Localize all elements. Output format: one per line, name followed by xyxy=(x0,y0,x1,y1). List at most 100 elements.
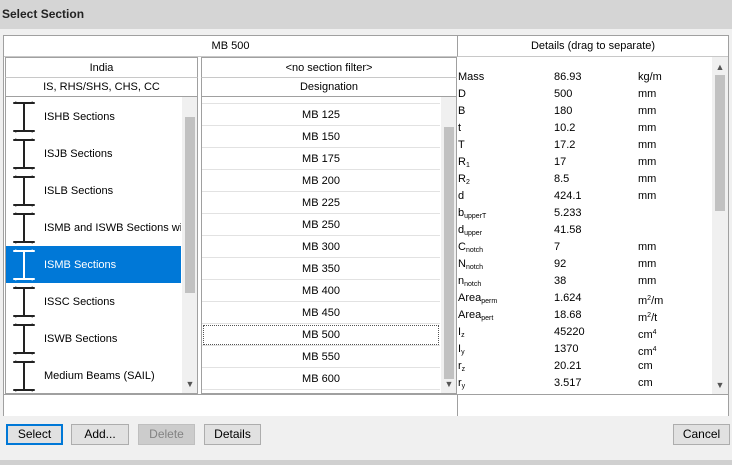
designation-item[interactable]: MB 150 xyxy=(202,126,440,148)
param-value: 5.233 xyxy=(554,207,582,219)
library-item-label: ISLB Sections xyxy=(44,184,114,197)
unit-base: mm xyxy=(638,156,657,168)
unit-base: mm xyxy=(638,173,657,185)
param-value: 20.21 xyxy=(554,360,582,372)
standard-header[interactable]: IS, RHS/SHS, CHS, CC xyxy=(5,78,198,97)
details-scrollbar[interactable]: ▲ ▼ xyxy=(712,57,728,394)
unit-exponent: 4 xyxy=(652,346,657,353)
param-symbol: D xyxy=(458,88,466,100)
param-unit: mm xyxy=(638,256,656,273)
unit-base: cm xyxy=(638,377,653,389)
param-symbol: C xyxy=(458,241,466,253)
library-item[interactable]: ISWB Sections xyxy=(6,320,181,357)
section-filter-dropdown[interactable]: <no section filter> xyxy=(201,57,457,78)
library-item[interactable]: ISMB and ISWB Sections with xyxy=(6,209,181,246)
select-button[interactable]: Select xyxy=(6,424,63,445)
param-name: Areaperm xyxy=(458,290,497,310)
library-item[interactable]: Medium Beams (SAIL) xyxy=(6,357,181,393)
designation-item[interactable]: MB 550 xyxy=(202,346,440,368)
designation-scroll-thumb[interactable] xyxy=(444,127,454,379)
scroll-down-arrow-icon[interactable]: ▼ xyxy=(712,377,728,393)
library-scroll-thumb[interactable] xyxy=(185,117,195,293)
param-value: 18.68 xyxy=(554,309,582,321)
library-item-label: Medium Beams (SAIL) xyxy=(44,369,155,382)
param-name: B xyxy=(458,103,465,120)
param-unit: mm xyxy=(638,103,656,120)
library-item[interactable]: ISLB Sections xyxy=(6,172,181,209)
param-name: Areapert xyxy=(458,307,493,327)
add-button[interactable]: Add... xyxy=(71,424,129,445)
designation-list[interactable]: MB 600 MB 550 MB 500 MB 450 MB 400 MB 350 MB 3… xyxy=(201,97,457,394)
bottom-band xyxy=(4,394,728,416)
cancel-button[interactable]: Cancel xyxy=(673,424,730,445)
param-value: 41.58 xyxy=(554,224,582,236)
i-beam-icon xyxy=(13,212,35,243)
i-beam-icon xyxy=(13,175,35,206)
i-beam-icon xyxy=(13,138,35,169)
designation-item[interactable]: MB 200 xyxy=(202,170,440,192)
i-beam-icon xyxy=(13,286,35,317)
library-item[interactable]: ISHB Sections xyxy=(6,98,181,135)
designation-item[interactable]: MB 400 xyxy=(202,280,440,302)
designation-item[interactable]: MB 300 xyxy=(202,236,440,258)
designation-item[interactable]: MB 350 xyxy=(202,258,440,280)
library-item-label: ISMB and ISWB Sections with xyxy=(44,221,181,234)
unit-base: m xyxy=(638,295,648,307)
param-subscript: 1 xyxy=(465,162,470,169)
library-list[interactable]: Medium Beams (SAIL) ISWB Sections ISSC Sec… xyxy=(5,97,198,394)
param-name: t xyxy=(458,120,461,137)
designation-item[interactable]: MB 600 xyxy=(202,368,440,390)
scroll-down-arrow-icon[interactable]: ▼ xyxy=(182,376,197,392)
param-subscript: z xyxy=(461,332,465,339)
param-symbol: Area xyxy=(458,309,482,321)
details-row: B 180 mm xyxy=(458,103,710,120)
details-scroll-thumb[interactable] xyxy=(715,75,725,211)
param-symbol: d xyxy=(458,190,465,202)
delete-button[interactable]: Delete xyxy=(138,424,195,445)
library-item[interactable]: ISJB Sections xyxy=(6,135,181,172)
param-subscript: y xyxy=(461,349,465,356)
designation-item[interactable]: MB 225 xyxy=(202,192,440,214)
unit-base: cm xyxy=(638,346,653,358)
details-row: rz 20.21 cm xyxy=(458,358,710,375)
param-value: 38 xyxy=(554,275,567,287)
designation-item[interactable]: MB 250 xyxy=(202,214,440,236)
designation-item[interactable]: MB 125 xyxy=(202,104,440,126)
library-scrollbar[interactable]: ▼ xyxy=(182,97,197,393)
details-button[interactable]: Details xyxy=(204,424,261,445)
designation-header[interactable]: Designation xyxy=(201,78,457,97)
param-subscript: perm xyxy=(481,298,498,305)
param-unit: mm xyxy=(638,120,656,137)
country-dropdown[interactable]: India xyxy=(5,57,198,78)
scroll-down-arrow-icon[interactable]: ▼ xyxy=(441,376,456,392)
unit-base: mm xyxy=(638,139,657,151)
param-subscript: z xyxy=(461,366,466,373)
param-unit: mm xyxy=(638,86,656,103)
library-item-label: ISSC Sections xyxy=(44,295,115,308)
param-subscript: notch xyxy=(464,281,482,288)
param-name: Iy xyxy=(458,341,465,361)
designation-item[interactable]: MB 100 xyxy=(202,97,440,104)
param-value: 7 xyxy=(554,241,561,253)
designation-scrollbar[interactable]: ▼ xyxy=(441,97,456,393)
param-symbol: T xyxy=(458,139,465,151)
designation-item[interactable]: MB 450 xyxy=(202,302,440,324)
details-row: Areaperm 1.624 m2/m xyxy=(458,290,710,307)
library-item-label: ISHB Sections xyxy=(44,110,115,123)
library-item[interactable]: ISSC Sections xyxy=(6,283,181,320)
param-name: Nnotch xyxy=(458,256,483,276)
unit-base: mm xyxy=(638,190,657,202)
param-symbol: t xyxy=(458,122,462,134)
param-unit: cm4 xyxy=(638,341,657,361)
designation-item[interactable]: MB 500 xyxy=(202,324,440,346)
param-name: nnotch xyxy=(458,273,481,293)
library-item-label: ISWB Sections xyxy=(44,332,118,345)
library-item[interactable]: ISMB Sections xyxy=(6,246,181,283)
designation-item[interactable]: MB 175 xyxy=(202,148,440,170)
unit-base: mm xyxy=(638,88,657,100)
scroll-up-arrow-icon[interactable]: ▲ xyxy=(712,59,728,75)
library-item-label: ISMB Sections xyxy=(44,258,117,271)
details-title[interactable]: Details (drag to separate) xyxy=(458,36,728,57)
i-beam-icon xyxy=(13,323,35,354)
param-unit: m2/t xyxy=(638,307,657,327)
